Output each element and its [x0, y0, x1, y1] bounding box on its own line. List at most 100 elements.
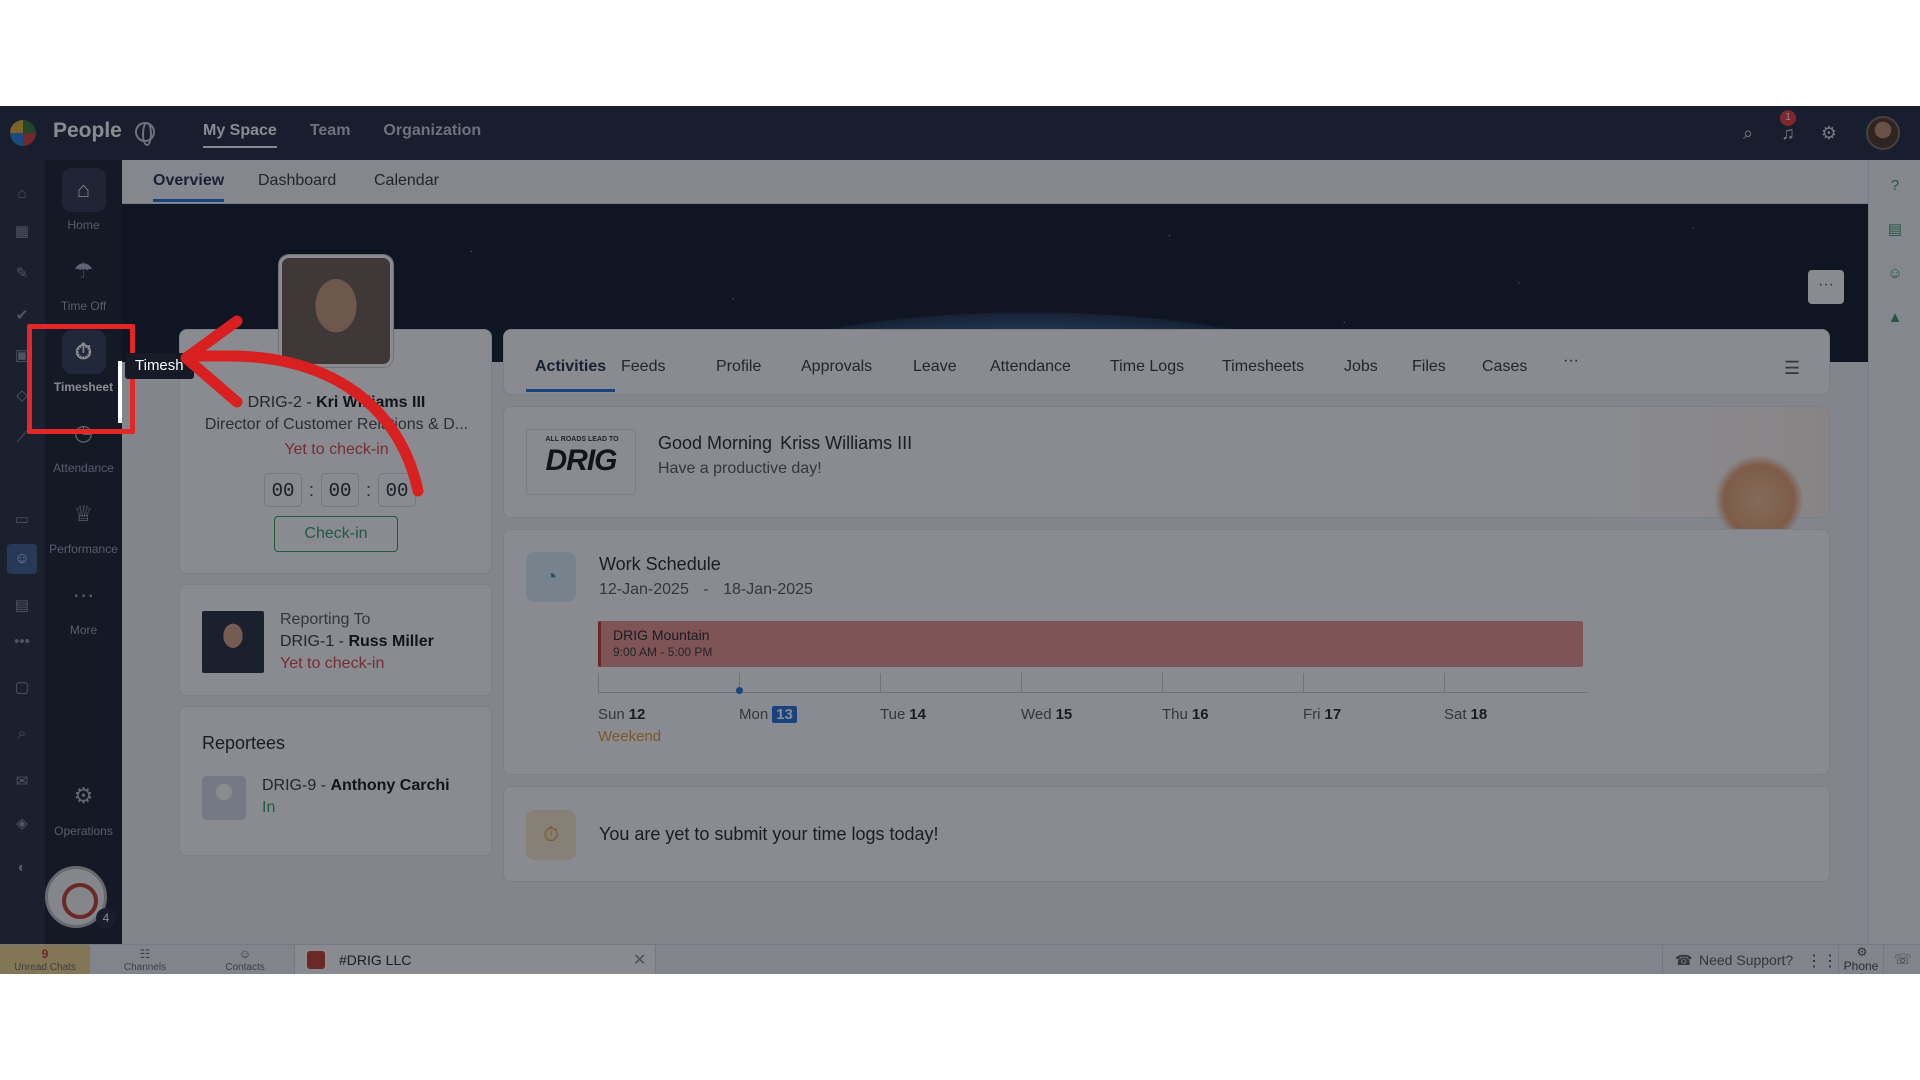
day-of-week: Wed	[1021, 706, 1052, 723]
greeting-card: ALL ROADS LEAD TO DRIG Good Morning Kriss…	[503, 406, 1830, 545]
banner-more-button[interactable]: ···	[1808, 270, 1844, 304]
notes-rail-icon[interactable]: ▢	[12, 678, 32, 698]
chat-bubble-icon[interactable]: ☏	[1894, 951, 1912, 968]
greeting-hello: Good Morning	[658, 433, 773, 453]
profile-id: DRIG-2 -	[247, 394, 317, 411]
chat-tab[interactable]: #DRIG LLC ✕	[294, 945, 656, 974]
timeline-day[interactable]: Mon 13	[739, 706, 797, 723]
tab-leave[interactable]: Leave	[913, 358, 957, 376]
tab-cases[interactable]: Cases	[1482, 358, 1527, 376]
nav-team[interactable]: Team	[310, 122, 351, 148]
help-icon[interactable]: ?	[1885, 176, 1905, 196]
unread-chats-button[interactable]: 9 Unread Chats	[0, 945, 90, 974]
avatar-count-badge: 4	[96, 908, 116, 928]
tab-more[interactable]: ···	[1563, 352, 1579, 370]
tab-profile[interactable]: Profile	[716, 358, 761, 376]
shift-time: 9:00 AM - 5:00 PM	[613, 645, 713, 659]
tab-feeds[interactable]: Feeds	[621, 358, 665, 376]
swirl-rail-icon[interactable]: ◐	[12, 858, 32, 878]
timeline-tick	[1303, 673, 1304, 693]
range-sep: -	[703, 581, 709, 598]
phone-button[interactable]: Phone	[1838, 945, 1885, 974]
timeline-day[interactable]: Sat 18	[1444, 706, 1487, 723]
tab-time-logs[interactable]: Time Logs	[1110, 358, 1184, 376]
need-support-button[interactable]: Need Support?	[1662, 945, 1796, 974]
module-home[interactable]: ⌂ Home	[45, 168, 122, 232]
doc-rail-icon[interactable]: ▤	[12, 596, 32, 616]
check-rail-icon[interactable]: ✔	[12, 306, 32, 326]
search-icon[interactable]: ⌕	[1737, 122, 1759, 144]
checkin-status: Yet to check-in	[284, 441, 389, 458]
module-label: Time Off	[60, 299, 107, 313]
tab-attendance[interactable]: Attendance	[990, 358, 1071, 376]
module-label: Attendance	[53, 461, 114, 475]
unread-label: Unread Chats	[14, 962, 76, 973]
globe-icon[interactable]	[135, 122, 155, 146]
module-performance[interactable]: ♕ Performance	[45, 492, 122, 556]
nav-organization[interactable]: Organization	[383, 122, 481, 148]
search-rail-icon[interactable]: ⌕	[12, 724, 32, 744]
timeline-day[interactable]: Wed 15	[1021, 706, 1072, 723]
logo-tagline: ALL ROADS LEAD TO	[545, 436, 619, 443]
logo-wordmark: DRIG	[545, 444, 618, 477]
app-logo-icon[interactable]	[10, 120, 36, 146]
check-in-button[interactable]: Check-in	[274, 516, 398, 552]
manager-name[interactable]: Russ Miller	[348, 633, 433, 650]
timeline-tick	[880, 673, 881, 693]
filter-settings-icon[interactable]: ☰	[1784, 358, 1800, 379]
module-label: Home	[67, 218, 100, 232]
day-number: 18	[1470, 706, 1488, 723]
contacts-button[interactable]: ☺ Contacts	[200, 945, 290, 974]
timeline-day[interactable]: Fri 17	[1303, 706, 1341, 723]
tab-jobs[interactable]: Jobs	[1344, 358, 1378, 376]
home-rail-icon[interactable]: ⌂	[12, 184, 32, 204]
tab-dashboard[interactable]: Dashboard	[258, 172, 336, 190]
timeline-day[interactable]: Tue 14	[880, 706, 926, 723]
timeline-day[interactable]: Sun 12	[598, 706, 645, 723]
reportee-avatar[interactable]	[202, 776, 246, 820]
user-settings-icon[interactable]: ☺	[1885, 264, 1905, 284]
manager-photo[interactable]	[202, 611, 264, 673]
checkin-timer: 00 : 00 : 00	[264, 473, 417, 507]
profile-name-line: DRIG-2 - Kri Williams III	[180, 394, 493, 412]
reportee-name[interactable]: Anthony Carchi	[330, 777, 449, 794]
apps-grid-icon[interactable]: ⋮⋮	[1806, 951, 1838, 971]
tab-overview[interactable]: Overview	[153, 172, 225, 202]
day-number: 16	[1191, 706, 1209, 723]
module-more[interactable]: ··· More	[45, 573, 122, 637]
pen-rail-icon[interactable]: ✎	[12, 264, 32, 284]
tab-activities[interactable]: Activities	[526, 358, 616, 392]
print-icon[interactable]: ▤	[1885, 220, 1905, 240]
nav-my-space[interactable]: My Space	[203, 122, 277, 148]
profile-avatar[interactable]	[1866, 116, 1900, 150]
shift-bar[interactable]: DRIG Mountain 9:00 AM - 5:00 PM	[598, 621, 1583, 667]
mail-rail-icon[interactable]: ✉	[12, 772, 32, 792]
tab-timesheets[interactable]: Timesheets	[1222, 358, 1304, 376]
beach-umbrella-icon: ☂	[73, 258, 94, 283]
module-time-off[interactable]: ☂ Time Off	[45, 249, 122, 313]
rocket-icon[interactable]: ▲	[1885, 308, 1905, 328]
timeline-day[interactable]: Thu 16	[1162, 706, 1209, 723]
module-operations[interactable]: ⚙ Operations	[45, 774, 122, 838]
gear-icon[interactable]: ⚙	[1818, 122, 1840, 144]
gallery-rail-icon[interactable]: ▦	[12, 222, 32, 242]
more-rail-icon[interactable]: •••	[12, 632, 32, 652]
day-of-week: Mon	[739, 706, 769, 723]
tab-approvals[interactable]: Approvals	[801, 358, 872, 376]
timer-seconds: 00	[378, 473, 417, 507]
profile-name[interactable]: Kri Williams III	[316, 394, 425, 411]
people-rail-icon[interactable]: ☺	[7, 544, 37, 574]
home-icon: ⌂	[61, 168, 106, 212]
tab-calendar[interactable]: Calendar	[374, 172, 439, 190]
channels-button[interactable]: ☷ Channels	[100, 945, 190, 974]
close-icon[interactable]: ✕	[633, 950, 646, 970]
sub-tabs: Overview Dashboard Calendar	[122, 160, 1868, 204]
profile-photo[interactable]	[279, 255, 393, 367]
tab-files[interactable]: Files	[1412, 358, 1446, 376]
chat-rail-icon[interactable]: ▭	[12, 510, 32, 530]
more-icon: ···	[72, 582, 95, 607]
app-name: People	[53, 119, 122, 142]
day-number: 12	[628, 706, 646, 723]
tag-rail-icon[interactable]: ◈	[12, 814, 32, 834]
timesheet-tooltip: Timesh	[125, 353, 194, 379]
